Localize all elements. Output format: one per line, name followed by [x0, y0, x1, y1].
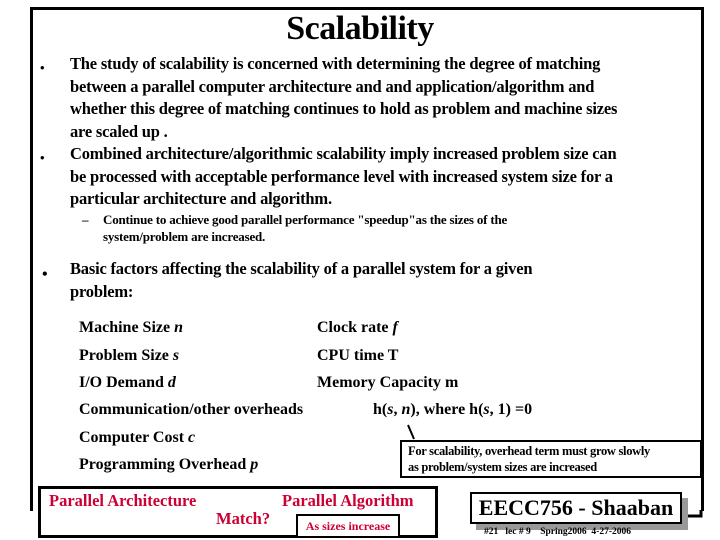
slide-footer-info: #21 lec # 9 Spring2006 4-27-2006 [484, 527, 631, 537]
parallel-algorithm-label: Parallel Algorithm [282, 491, 414, 510]
match-question: Match? [216, 509, 271, 528]
overhead-note-line: For scalability, overhead term must grow… [408, 444, 651, 458]
overhead-note-line: as problem/system sizes are increased [408, 460, 597, 474]
course-label: EECC756 - Shaaban [470, 492, 682, 524]
overhead-note: For scalability, overhead term must grow… [400, 440, 702, 478]
as-sizes-increase-note: As sizes increase [296, 514, 400, 538]
callout-pointer [407, 424, 415, 440]
parallel-architecture-label: Parallel Architecture [49, 491, 197, 510]
